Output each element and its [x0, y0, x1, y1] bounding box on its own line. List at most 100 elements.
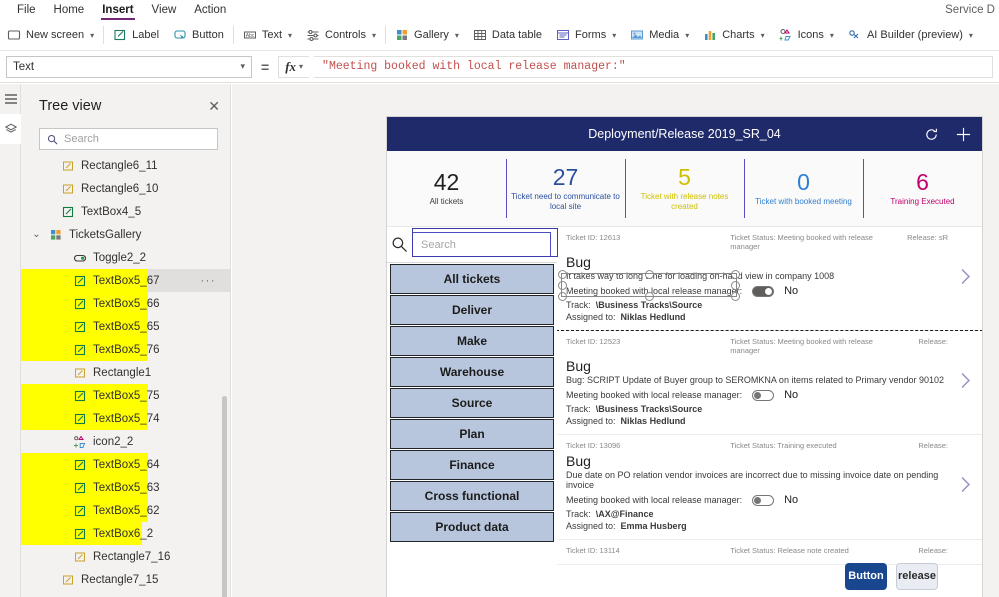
ribbon-gallery[interactable]: Gallery ▾: [388, 23, 466, 47]
formula-input[interactable]: "Meeting booked with local release manag…: [314, 55, 993, 78]
tree-item-textbox5_74[interactable]: TextBox5_74: [21, 407, 230, 430]
tree-item-rectangle6_11[interactable]: Rectangle6_11: [21, 154, 230, 177]
tree-item-icon2_2[interactable]: icon2_2: [21, 430, 230, 453]
kpi-card-2[interactable]: 5 Ticket with release notes created: [625, 151, 744, 226]
floating-button-release[interactable]: release: [896, 563, 938, 590]
rail-menu-button[interactable]: [0, 84, 21, 114]
ribbon-media-label: Media: [649, 29, 680, 41]
tree-item-textbox5_76[interactable]: TextBox5_76: [21, 338, 230, 361]
textbox-icon: [72, 296, 87, 311]
svg-text:Abc: Abc: [246, 33, 255, 39]
ticket-row[interactable]: Ticket ID: 13096 Ticket Status: Training …: [557, 435, 982, 540]
ticket-meeting-toggle[interactable]: [752, 389, 775, 401]
ribbon-icons[interactable]: Icons ▾: [772, 23, 841, 47]
ticket-row-partial[interactable]: Ticket ID: 13114 Ticket Status: Release n…: [557, 540, 982, 565]
textbox-icon: [72, 480, 87, 495]
ticket-meeting-toggle[interactable]: [752, 285, 775, 297]
close-icon[interactable]: ✕: [208, 99, 220, 113]
ticket-toggle-row: Meeting booked with local release manage…: [566, 494, 948, 506]
ribbon-separator: [103, 26, 105, 44]
tree-item-textbox4_5[interactable]: TextBox4_5: [21, 200, 230, 223]
tree-item-textbox5_64[interactable]: TextBox5_64: [21, 453, 230, 476]
tree-item-label: TextBox5_67: [93, 274, 160, 287]
menu-item-home[interactable]: Home: [45, 0, 94, 20]
rectangle-icon: [60, 181, 75, 196]
ticket-row[interactable]: Ticket ID: 12613 Ticket Status: Meeting b…: [557, 227, 982, 331]
nav-button-plan[interactable]: Plan: [390, 419, 554, 449]
kpi-value: 6: [916, 169, 929, 196]
ribbon-data-table[interactable]: Data table: [466, 23, 549, 47]
nav-button-product-data[interactable]: Product data: [390, 512, 554, 542]
tree-item-toggle2_2[interactable]: Toggle2_2: [21, 246, 230, 269]
ribbon-new-screen-label: New screen: [26, 29, 85, 41]
chevron-right-icon[interactable]: [959, 266, 972, 291]
ribbon-ai-builder[interactable]: AI Builder (preview) ▾: [841, 23, 980, 47]
tree-item-textbox5_67[interactable]: TextBox5_67 ···: [21, 269, 230, 292]
app-search-input[interactable]: Search: [412, 232, 551, 257]
tree-item-textbox5_65[interactable]: TextBox5_65: [21, 315, 230, 338]
tree-item-textbox5_62[interactable]: TextBox5_62: [21, 499, 230, 522]
kpi-value: 0: [797, 169, 810, 196]
nav-button-cross-functional[interactable]: Cross functional: [390, 481, 554, 511]
fx-button[interactable]: fx ▾: [278, 55, 310, 78]
ribbon-button[interactable]: Button: [166, 23, 231, 47]
ticket-meeting-toggle[interactable]: [752, 494, 775, 506]
tree-item-rectangle1[interactable]: Rectangle1: [21, 361, 230, 384]
ribbon-charts[interactable]: Charts ▾: [696, 23, 771, 47]
tree-item-textbox5_75[interactable]: TextBox5_75: [21, 384, 230, 407]
tree-item-more-icon[interactable]: ···: [201, 275, 217, 287]
tree-item-textbox5_66[interactable]: TextBox5_66: [21, 292, 230, 315]
nav-button-warehouse[interactable]: Warehouse: [390, 357, 554, 387]
ticket-assigned-label: Assigned to:: [566, 416, 616, 426]
rail-data-button[interactable]: [0, 114, 21, 144]
textbox-icon: [72, 273, 87, 288]
tree-item-label: Rectangle6_11: [81, 159, 158, 172]
ticket-row[interactable]: Ticket ID: 12523 Ticket Status: Meeting b…: [557, 331, 982, 435]
menu-item-file[interactable]: File: [8, 0, 45, 20]
app-nav-column: Search All tickets Deliver Make Warehouse So…: [387, 227, 557, 597]
property-selector[interactable]: Text ▾: [6, 55, 252, 78]
nav-button-all-tickets[interactable]: All tickets: [390, 264, 554, 294]
ribbon-new-screen[interactable]: New screen ▾: [0, 23, 101, 47]
nav-button-make[interactable]: Make: [390, 326, 554, 356]
ribbon-label[interactable]: Label: [106, 23, 166, 47]
nav-button-finance[interactable]: Finance: [390, 450, 554, 480]
kpi-card-4[interactable]: 6 Training Executed: [863, 151, 982, 226]
tree-item-rectangle7_15[interactable]: Rectangle7_15: [21, 568, 230, 591]
chevron-down-icon[interactable]: ⌄: [31, 229, 42, 240]
plus-icon[interactable]: [955, 126, 972, 143]
chevron-down-icon: ▾: [299, 62, 304, 71]
ticket-track: Track: \Business Tracks\Source: [566, 404, 948, 414]
kpi-card-0[interactable]: 42 All tickets: [387, 151, 506, 226]
ticket-assigned-label: Assigned to:: [566, 521, 616, 531]
floating-button-primary[interactable]: Button: [845, 563, 887, 590]
kpi-card-3[interactable]: 0 Ticket with booked meeting: [744, 151, 863, 226]
refresh-icon[interactable]: [924, 127, 939, 142]
ribbon-controls[interactable]: Controls ▾: [299, 23, 383, 47]
menu-item-action[interactable]: Action: [185, 0, 235, 20]
account-label[interactable]: Service D: [945, 4, 999, 16]
ticket-track-value: \Business Tracks\Source: [595, 404, 703, 414]
tree-item-rectangle6_10[interactable]: Rectangle6_10: [21, 177, 230, 200]
chevron-right-icon[interactable]: [959, 370, 972, 395]
menu-item-view[interactable]: View: [143, 0, 186, 20]
ribbon-forms[interactable]: Forms ▾: [549, 23, 623, 47]
kpi-card-1[interactable]: 27 Ticket need to communicate to local si…: [506, 151, 625, 226]
tree-item-ticketsgallery[interactable]: ⌄ TicketsGallery: [21, 223, 230, 246]
chevron-down-icon: ▾: [454, 30, 459, 40]
nav-button-source[interactable]: Source: [390, 388, 554, 418]
tree-item-textbox6_2[interactable]: TextBox6_2: [21, 522, 230, 545]
nav-button-deliver[interactable]: Deliver: [390, 295, 554, 325]
menu-item-insert[interactable]: Insert: [93, 0, 142, 20]
tree-search-box[interactable]: Search: [39, 128, 218, 150]
ribbon-text[interactable]: Abc Text ▾: [236, 23, 299, 47]
tree-item-label: TicketsGallery: [69, 228, 142, 241]
tree-view-title: Tree view: [39, 98, 102, 114]
chevron-down-icon: ▾: [288, 30, 293, 40]
tree-scrollbar[interactable]: [222, 396, 227, 597]
tree-item-rectangle7_16[interactable]: Rectangle7_16: [21, 545, 230, 568]
tree-item-textbox5_63[interactable]: TextBox5_63: [21, 476, 230, 499]
chevron-right-icon[interactable]: [959, 475, 972, 500]
ribbon-media[interactable]: Media ▾: [623, 23, 696, 47]
kpi-caption: Ticket need to communicate to local site: [511, 191, 620, 211]
